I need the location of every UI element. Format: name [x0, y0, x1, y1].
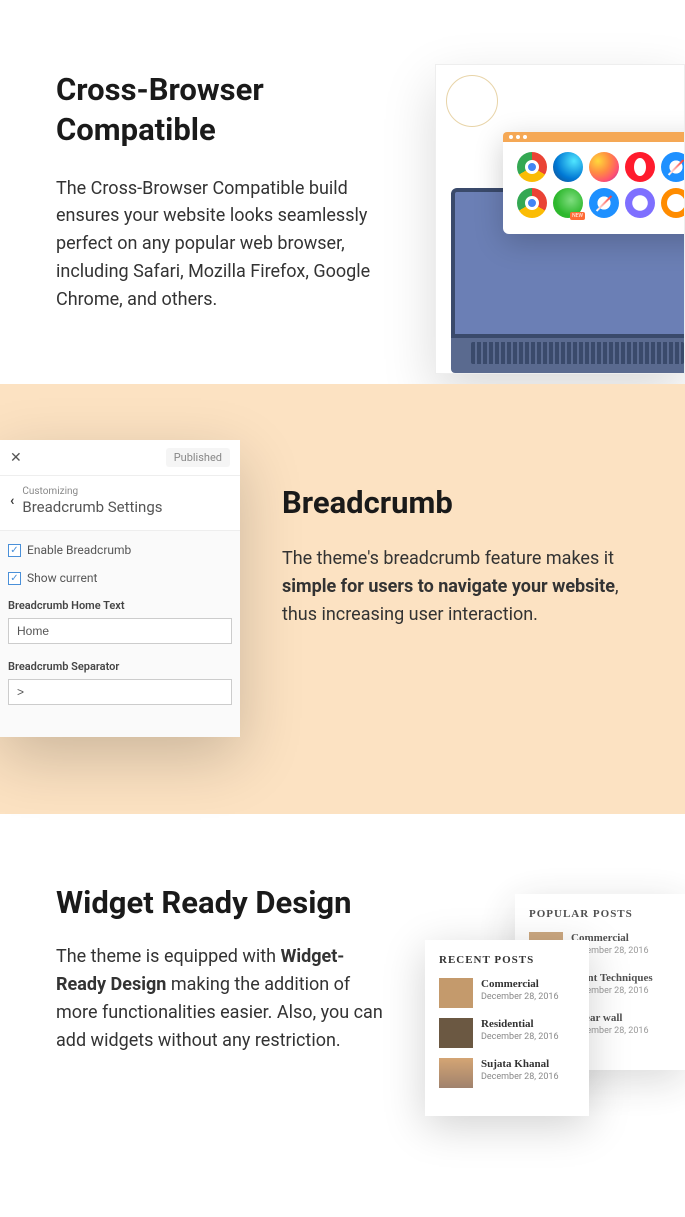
customizer-panel: ✕ Published ‹ Customizing Breadcrumb Set…: [0, 440, 240, 737]
published-badge: Published: [166, 448, 230, 467]
widget-ready-section: Widget Ready Design The theme is equippe…: [0, 814, 685, 1085]
cross-browser-section: Cross-Browser Compatible The Cross-Brows…: [0, 0, 685, 384]
widget-title: RECENT POSTS: [439, 954, 575, 966]
checkbox-label: Show current: [27, 571, 97, 585]
separator-label: Breadcrumb Separator: [8, 660, 232, 673]
show-current-checkbox[interactable]: ✓ Show current: [8, 571, 232, 585]
close-icon[interactable]: ✕: [10, 449, 22, 466]
opera-icon: [625, 152, 655, 182]
customizing-label: Customizing: [22, 486, 162, 497]
section-text: Widget Ready Design The theme is equippe…: [56, 884, 394, 1055]
section-body: The Cross-Browser Compatible build ensur…: [56, 175, 396, 314]
post-thumbnail: [439, 1018, 473, 1048]
checkbox-icon: ✓: [8, 572, 21, 585]
section-title: Breadcrumb: [282, 484, 629, 521]
chrome-icon: [517, 152, 547, 182]
chrome-icon: [517, 188, 547, 218]
enable-breadcrumb-checkbox[interactable]: ✓ Enable Breadcrumb: [8, 543, 232, 557]
breadcrumb-section: ✕ Published ‹ Customizing Breadcrumb Set…: [0, 384, 685, 814]
list-item: Sujata Khanal December 28, 2016: [439, 1058, 575, 1088]
edge-legacy-icon: [553, 188, 583, 218]
widgets-illustration: POPULAR POSTS Commercial December 28, 20…: [425, 894, 685, 1174]
home-text-input[interactable]: [8, 618, 232, 644]
section-title: Widget Ready Design: [56, 884, 394, 921]
post-thumbnail: [439, 1058, 473, 1088]
laptop-graphic: [451, 188, 685, 373]
list-item: Commercial December 28, 2016: [439, 978, 575, 1008]
browser-icon: [625, 188, 655, 218]
list-item: Residential December 28, 2016: [439, 1018, 575, 1048]
section-body: The theme's breadcrumb feature makes it …: [282, 545, 629, 629]
safari-icon: [661, 152, 685, 182]
widget-title: POPULAR POSTS: [529, 908, 671, 920]
checkbox-icon: ✓: [8, 544, 21, 557]
edge-icon: [553, 152, 583, 182]
section-body: The theme is equipped with Widget-Ready …: [56, 943, 394, 1055]
home-text-label: Breadcrumb Home Text: [8, 599, 232, 612]
uc-browser-icon: [661, 188, 685, 218]
separator-input[interactable]: [8, 679, 232, 705]
checkbox-label: Enable Breadcrumb: [27, 543, 131, 557]
safari-icon: [589, 188, 619, 218]
browser-illustration: [435, 64, 685, 374]
section-title: Cross-Browser Compatible: [56, 70, 396, 151]
panel-heading: Breadcrumb Settings: [22, 498, 162, 516]
recent-posts-widget: RECENT POSTS Commercial December 28, 201…: [425, 940, 589, 1116]
browser-icons-popup: [503, 132, 685, 234]
post-thumbnail: [439, 978, 473, 1008]
firefox-icon: [589, 152, 619, 182]
back-icon[interactable]: ‹: [10, 493, 14, 509]
section-text: Breadcrumb The theme's breadcrumb featur…: [282, 484, 629, 714]
post-title: Residential: [481, 1018, 575, 1030]
section-text: Cross-Browser Compatible The Cross-Brows…: [56, 70, 396, 314]
post-date: December 28, 2016: [481, 1032, 575, 1042]
post-title: Commercial: [481, 978, 575, 990]
post-title: Sujata Khanal: [481, 1058, 575, 1070]
post-date: December 28, 2016: [481, 1072, 575, 1082]
post-date: December 28, 2016: [481, 992, 575, 1002]
